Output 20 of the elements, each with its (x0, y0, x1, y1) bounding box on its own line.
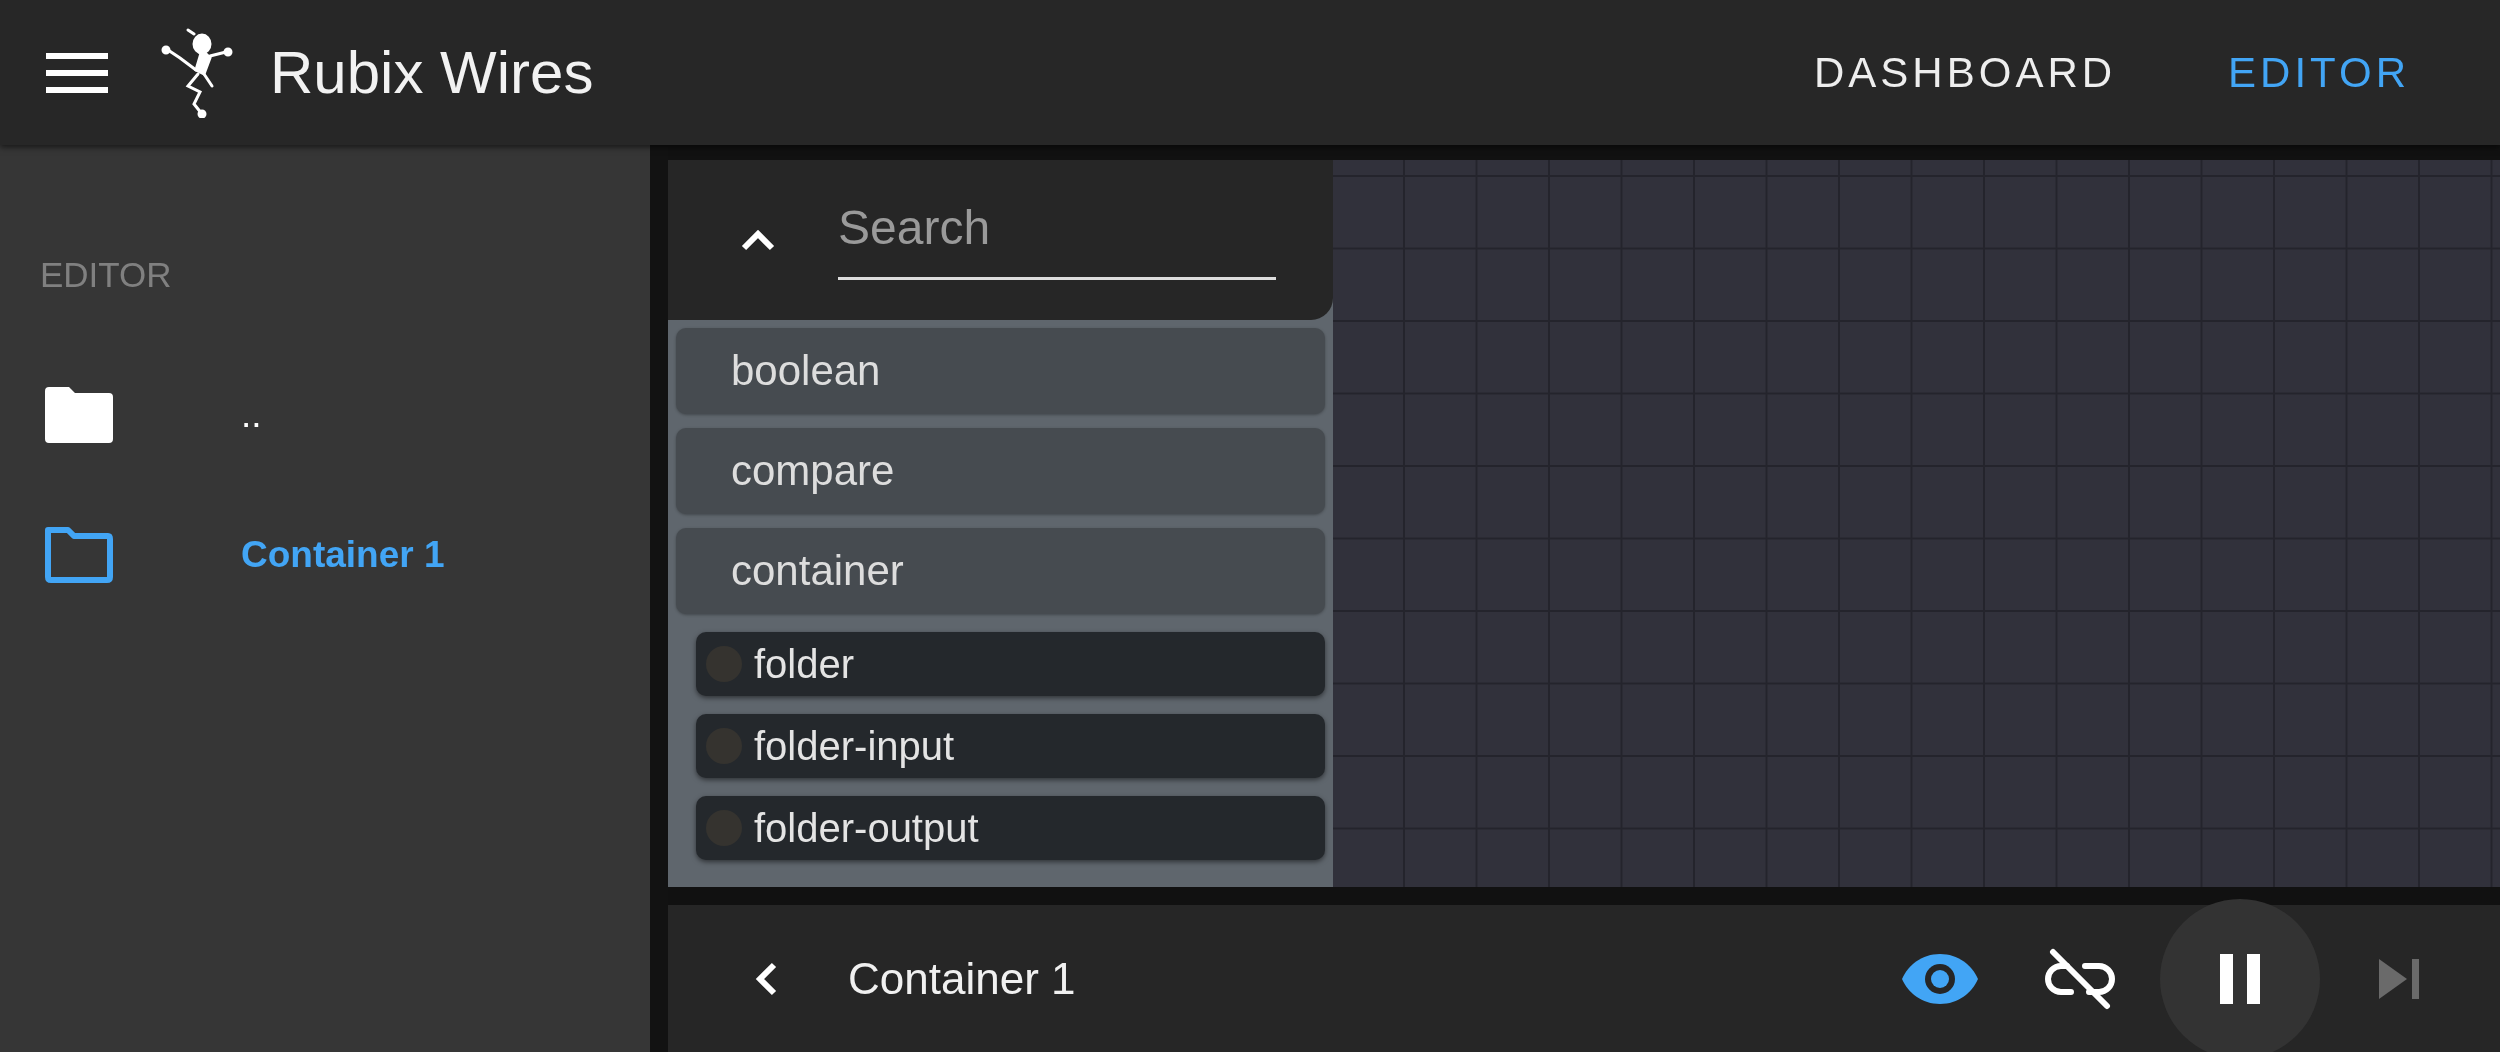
node-item[interactable]: folder (696, 632, 1325, 696)
node-canvas[interactable]: Search boolean compare container folder folder-input folder-output (668, 160, 2500, 887)
node-item[interactable]: folder-output (696, 796, 1325, 860)
search-field[interactable]: Search (838, 200, 1276, 280)
folder-icon (45, 527, 113, 583)
nav-tab[interactable]: DASHBOARD (1814, 48, 2117, 97)
category-button[interactable]: boolean (676, 328, 1325, 414)
menu-icon (46, 52, 108, 93)
search-input[interactable]: Search (838, 200, 1276, 255)
node-item[interactable]: folder-input (696, 714, 1325, 778)
folder-icon (45, 387, 113, 443)
app-title: Rubix Wires (270, 38, 594, 107)
category-button[interactable]: compare (676, 428, 1325, 514)
section-label: EDITOR (39, 255, 173, 295)
nav-tab[interactable]: EDITOR (2228, 48, 2410, 97)
category-button[interactable]: container (676, 528, 1325, 614)
container-title: Container 1 (848, 953, 1076, 1004)
sidebar-item[interactable]: Container 1 (0, 485, 650, 625)
sidebar-item[interactable]: .. (0, 345, 650, 485)
menu-button[interactable] (46, 52, 108, 93)
